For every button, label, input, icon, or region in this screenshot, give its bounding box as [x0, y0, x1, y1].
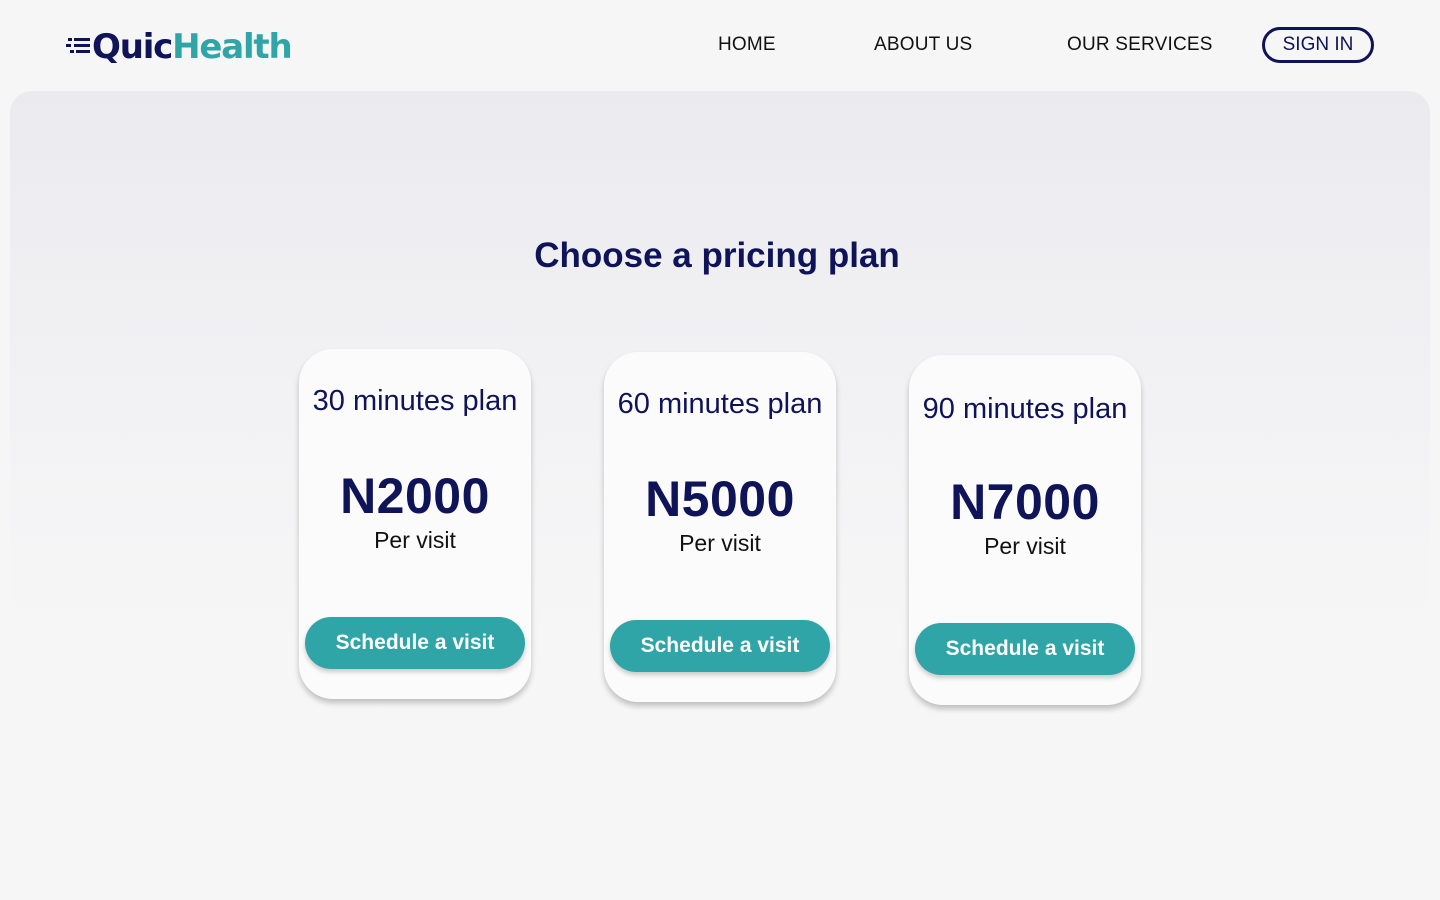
- plan-name: 60 minutes plan: [617, 388, 823, 420]
- nav-link-our-services[interactable]: OUR SERVICES: [1067, 34, 1213, 56]
- schedule-visit-button[interactable]: Schedule a visit: [305, 617, 525, 669]
- sign-in-button[interactable]: SIGN IN: [1262, 27, 1374, 63]
- price-unit: Per visit: [679, 530, 761, 556]
- page-title: Choose a pricing plan: [534, 236, 900, 275]
- price-unit: Per visit: [984, 533, 1066, 559]
- price-unit: Per visit: [374, 527, 456, 553]
- speed-lines-icon: [66, 24, 92, 70]
- plan-price: N5000: [645, 471, 795, 527]
- schedule-visit-button[interactable]: Schedule a visit: [915, 623, 1135, 675]
- plan-price: N2000: [340, 468, 490, 524]
- top-nav-bar: QuicHealth HOME ABOUT US OUR SERVICES SI…: [0, 0, 1440, 90]
- plan-price: N7000: [950, 474, 1100, 530]
- plan-name: 30 minutes plan: [312, 385, 518, 417]
- logo-text-quic: Quic: [92, 27, 173, 67]
- nav-link-about-us[interactable]: ABOUT US: [874, 34, 972, 56]
- logo-text-health: Health: [172, 27, 293, 67]
- quichealth-logo[interactable]: QuicHealth: [66, 24, 293, 70]
- schedule-visit-button[interactable]: Schedule a visit: [610, 620, 830, 672]
- pricing-card-60: 60 minutes plan N5000 Per visit Schedule…: [604, 352, 836, 702]
- pricing-card-90: 90 minutes plan N7000 Per visit Schedule…: [909, 355, 1141, 705]
- pricing-card-30: 30 minutes plan N2000 Per visit Schedule…: [299, 349, 531, 699]
- nav-link-home[interactable]: HOME: [718, 34, 776, 56]
- plan-name: 90 minutes plan: [922, 393, 1128, 425]
- logo-wordmark: QuicHealth: [92, 24, 293, 70]
